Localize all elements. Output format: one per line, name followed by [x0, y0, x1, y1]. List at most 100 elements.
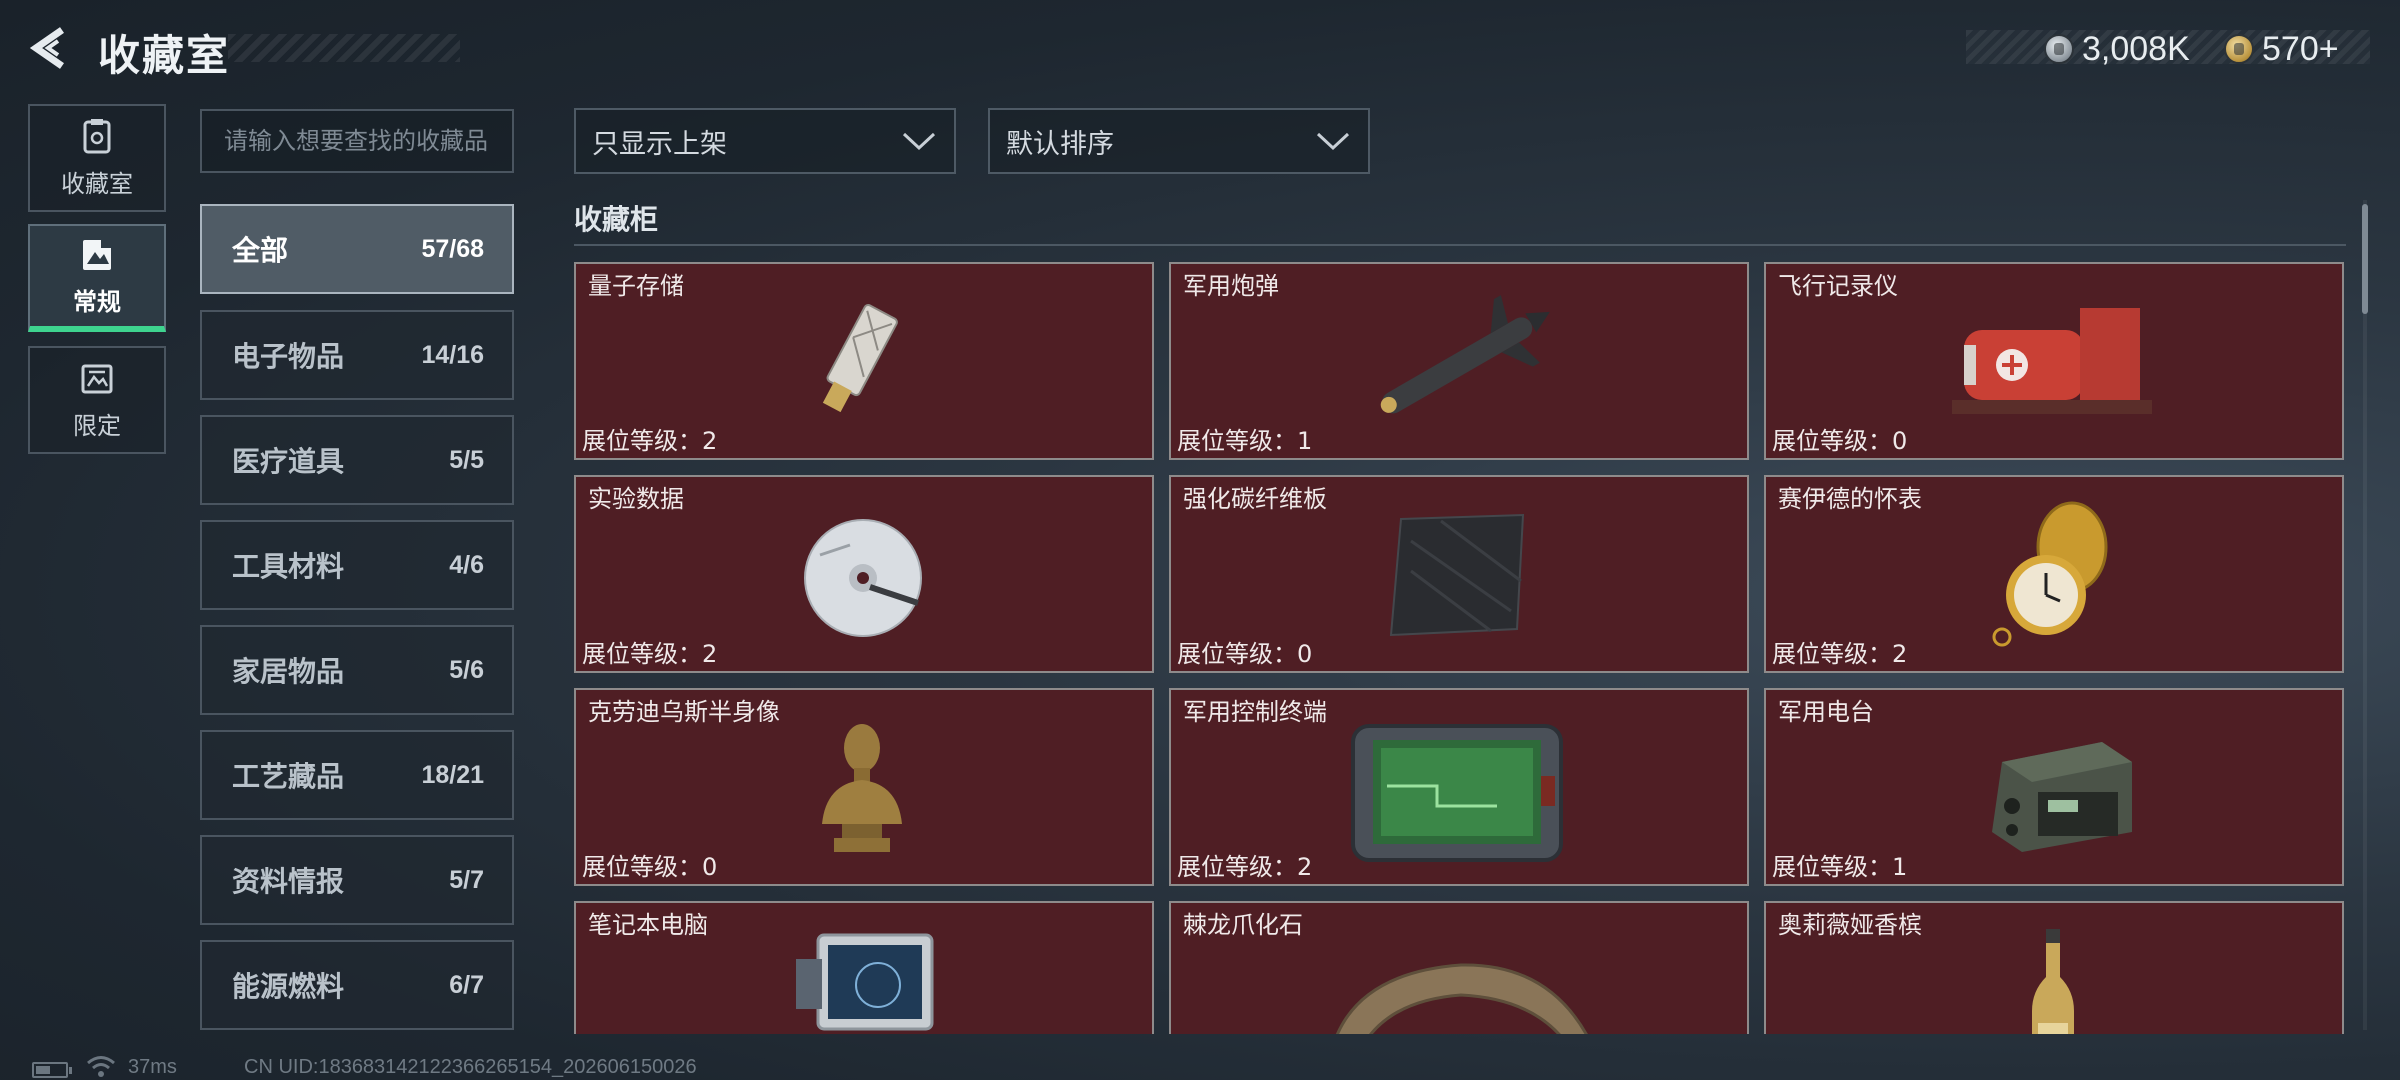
laptop-icon	[796, 933, 934, 1031]
flight-recorder-icon	[1952, 308, 2152, 414]
collection-item-card[interactable]: 实验数据 展位等级：2	[574, 475, 1154, 673]
category-household[interactable]: 家居物品 5/6	[200, 625, 514, 715]
category-intel[interactable]: 资料情报 5/7	[200, 835, 514, 925]
item-name: 飞行记录仪	[1778, 272, 1898, 300]
back-arrow-icon	[29, 27, 64, 69]
item-name: 棘龙爪化石	[1183, 911, 1303, 939]
category-name: 电子物品	[232, 340, 345, 373]
disc-icon	[804, 519, 922, 637]
category-name: 工艺藏品	[232, 760, 345, 793]
tab-limited[interactable]: 限定	[28, 346, 166, 454]
collection-item-card[interactable]: 笔记本电脑	[574, 901, 1154, 1034]
search-input[interactable]	[200, 109, 514, 173]
radio-icon	[1992, 742, 2132, 852]
category-count: 5/7	[449, 865, 484, 894]
collection-item-card[interactable]: 棘龙爪化石	[1169, 901, 1749, 1034]
silver-currency-value: 3,008K	[2082, 30, 2190, 68]
carbon-plate-icon	[1389, 513, 1525, 637]
item-name: 军用电台	[1778, 698, 1874, 726]
collection-item-card[interactable]: 克劳迪乌斯半身像 展位等级：0	[574, 688, 1154, 886]
chevron-down-icon	[902, 132, 936, 151]
collection-item-card[interactable]: 飞行记录仪 展位等级：0	[1764, 262, 2344, 460]
category-medical[interactable]: 医疗道具 5/5	[200, 415, 514, 505]
section-divider	[574, 244, 2346, 246]
item-level: 展位等级：1	[1772, 853, 1908, 881]
collection-item-card[interactable]: 奥莉薇娅香槟	[1764, 901, 2344, 1034]
category-name: 资料情报	[232, 865, 345, 898]
tab-label: 限定	[73, 411, 121, 440]
silver-coin-icon	[2044, 34, 2074, 64]
sort-dropdown[interactable]: 默认排序	[988, 108, 1370, 174]
sort-value: 默认排序	[1006, 128, 1114, 160]
category-all[interactable]: 全部 57/68	[200, 204, 514, 294]
category-name: 工具材料	[232, 550, 345, 583]
item-name: 克劳迪乌斯半身像	[588, 698, 780, 726]
section-title: 收藏柜	[574, 203, 659, 236]
category-name: 能源燃料	[232, 970, 345, 1003]
collection-item-card[interactable]: 军用炮弹 展位等级：1	[1169, 262, 1749, 460]
category-count: 6/7	[449, 970, 484, 999]
chevron-down-icon	[1316, 132, 1350, 151]
bust-icon	[822, 724, 902, 852]
item-name: 奥莉薇娅香槟	[1778, 911, 1922, 939]
tab-collection-room[interactable]: 收藏室	[28, 104, 166, 212]
category-count: 14/16	[421, 340, 484, 369]
collection-item-card[interactable]: 赛伊德的怀表 展位等级：2	[1764, 475, 2344, 673]
show-filter-value: 只显示上架	[592, 128, 727, 160]
regular-icon	[79, 236, 115, 274]
category-count: 5/6	[449, 655, 484, 684]
back-button[interactable]	[28, 24, 76, 72]
category-energy[interactable]: 能源燃料 6/7	[200, 940, 514, 1030]
gold-currency-value: 570+	[2262, 30, 2339, 68]
title-decoration	[228, 34, 460, 62]
item-level: 展位等级：1	[1177, 427, 1313, 455]
item-level: 展位等级：2	[1177, 853, 1313, 881]
collection-room-icon	[79, 118, 115, 156]
collection-item-card[interactable]: 军用控制终端 展位等级：2	[1169, 688, 1749, 886]
champagne-icon	[2032, 929, 2074, 1034]
control-terminal-icon	[1351, 724, 1563, 862]
tab-regular[interactable]: 常规	[28, 224, 166, 332]
pocket-watch-icon	[1992, 501, 2108, 647]
collection-item-card[interactable]: 量子存储 展位等级：2	[574, 262, 1154, 460]
currency-bar: 3,008K 570+	[1966, 30, 2370, 68]
gold-coin-icon	[2224, 34, 2254, 64]
scroll-track	[2363, 200, 2367, 1030]
item-level: 展位等级：0	[1177, 640, 1313, 668]
item-name: 军用炮弹	[1183, 272, 1279, 300]
item-name: 实验数据	[588, 485, 684, 513]
item-level: 展位等级：2	[1772, 640, 1908, 668]
tab-label: 常规	[73, 287, 121, 316]
category-count: 57/68	[421, 234, 484, 263]
category-count: 5/5	[449, 445, 484, 474]
item-name: 军用控制终端	[1183, 698, 1327, 726]
collection-item-card[interactable]: 军用电台 展位等级：1	[1764, 688, 2344, 886]
claw-fossil-icon	[1335, 963, 1588, 1034]
missile-icon	[1380, 295, 1550, 414]
category-name: 家居物品	[232, 655, 345, 688]
item-level: 展位等级：2	[582, 427, 718, 455]
usb-drive-icon	[822, 304, 898, 413]
category-name: 全部	[232, 234, 289, 267]
item-level: 展位等级：2	[582, 640, 718, 668]
uid-text: CN UID:183683142122366265154_20260615002…	[244, 1056, 697, 1078]
item-name: 笔记本电脑	[588, 911, 708, 939]
item-name: 量子存储	[588, 272, 684, 300]
category-electronics[interactable]: 电子物品 14/16	[200, 310, 514, 400]
category-count: 18/21	[421, 760, 484, 789]
collection-item-card[interactable]: 强化碳纤维板 展位等级：0	[1169, 475, 1749, 673]
collection-grid: 量子存储 展位等级：2 军用炮弹 展位等级：1 飞行记录仪 展位等级：0 实验数…	[574, 262, 2346, 1034]
category-crafts[interactable]: 工艺藏品 18/21	[200, 730, 514, 820]
item-name: 赛伊德的怀表	[1778, 485, 1922, 513]
show-filter-dropdown[interactable]: 只显示上架	[574, 108, 956, 174]
scrollbar[interactable]	[2362, 204, 2368, 314]
page-title: 收藏室	[98, 31, 231, 80]
battery-icon	[32, 1062, 72, 1078]
wifi-icon	[87, 1056, 115, 1077]
category-count: 4/6	[449, 550, 484, 579]
limited-icon	[79, 360, 115, 398]
item-level: 展位等级：0	[582, 853, 718, 881]
category-tools[interactable]: 工具材料 4/6	[200, 520, 514, 610]
category-name: 医疗道具	[232, 445, 345, 478]
item-name: 强化碳纤维板	[1183, 485, 1327, 513]
